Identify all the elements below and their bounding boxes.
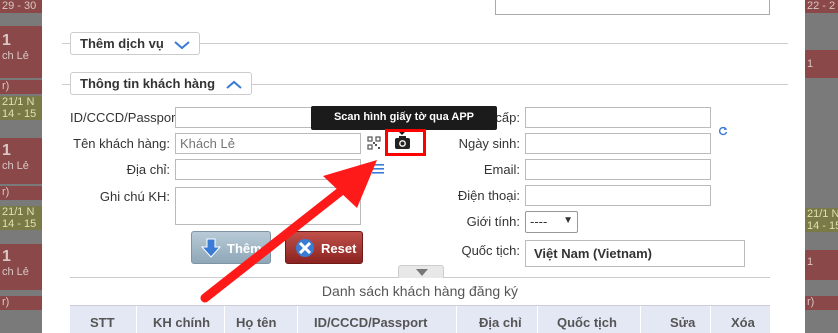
col-divider [456,306,457,333]
name-label: Tên khách hàng: [73,136,170,151]
col-name: Họ tên [236,315,277,330]
previous-textarea[interactable] [495,0,770,15]
issue-date-input[interactable] [525,107,711,128]
annotation-highlight-box [385,129,426,156]
collapse-handle[interactable] [398,265,444,278]
bg-cell: r) [805,296,838,310]
col-edit: Sửa [670,315,696,330]
table-header: STT KH chính Họ tên ID/CCCD/Passport Địa… [70,305,770,333]
col-divider [640,306,641,333]
customer-label: Thông tin khách hàng [80,76,216,91]
birth-input[interactable] [525,133,711,154]
bg-cell: 1 ch Lẻ [0,26,42,78]
gender-select[interactable]: ---- ▼ [525,211,578,233]
qr-scan-icon[interactable] [367,136,381,150]
bg-cell: 21/1 Nga [805,208,838,220]
phone-input[interactable] [525,185,711,206]
nationality-select[interactable]: Việt Nam (Vietnam) [525,240,745,267]
chevron-up-icon [226,80,242,89]
id-label: ID/CCCD/Passport: [70,110,183,125]
chevron-down-icon: ▼ [563,215,573,226]
bg-cell: 1 [805,250,838,280]
bg-cell: 14 - 15 [805,220,838,232]
col-nationality: Quốc tịch [557,315,617,330]
triangle-down-icon [416,269,428,276]
bg-cell: 1 ch Lẻ [0,244,42,290]
services-label: Thêm dịch vụ [80,36,164,51]
bg-cell: 21/1 N [0,206,42,218]
annotation-arrow-icon [200,160,377,303]
col-divider [537,306,538,333]
chevron-down-icon [174,40,191,49]
bg-cell: 22 - 2 [805,0,838,13]
col-delete: Xóa [731,315,755,330]
table-title: Danh sách khách hàng đăng ký [321,283,519,299]
bg-cell: 1 ch Lẻ [0,138,42,184]
col-divider [297,306,298,333]
bg-cell: 14 - 15 [0,108,42,120]
col-main: KH chính [153,315,211,330]
col-stt: STT [90,315,115,330]
gender-value: ---- [530,214,548,229]
birth-label: Ngày sinh: [458,136,520,151]
bg-cell: r) [0,80,42,94]
nationality-label: Quốc tịch: [461,243,520,258]
bg-cell: 14 - 15 [0,218,42,230]
email-input[interactable] [525,159,711,180]
bg-cell: 1 [805,50,838,78]
col-divider [136,306,137,333]
bg-cell: 21/1 N [0,96,42,108]
gender-label: Giới tính: [466,214,520,229]
bg-cell: 29 - 30 [0,0,42,13]
address-label: Địa chỉ: [126,162,170,177]
refresh-icon[interactable] [718,126,728,136]
col-address: Địa chỉ [479,315,522,330]
background-calendar-right: 22 - 2 1 21/1 Nga 14 - 15 1 r) [805,0,838,333]
bg-cell: r) [0,296,42,310]
email-label: Email: [483,162,520,177]
customer-toggle[interactable]: Thông tin khách hàng [70,72,252,95]
background-calendar-left: 29 - 30 1 ch Lẻ r) 21/1 N 14 - 15 1 ch Lẻ … [0,0,42,333]
bg-cell: r) [0,186,42,200]
note-label: Ghi chú KH: [99,189,170,204]
services-toggle[interactable]: Thêm dịch vụ [70,32,201,55]
scan-tooltip: Scan hình giấy tờ qua APP [311,106,497,135]
col-divider [710,306,711,333]
col-divider [224,306,225,333]
col-id: ID/CCCD/Passport [314,315,428,330]
phone-label: Điện thoại: [457,188,520,203]
